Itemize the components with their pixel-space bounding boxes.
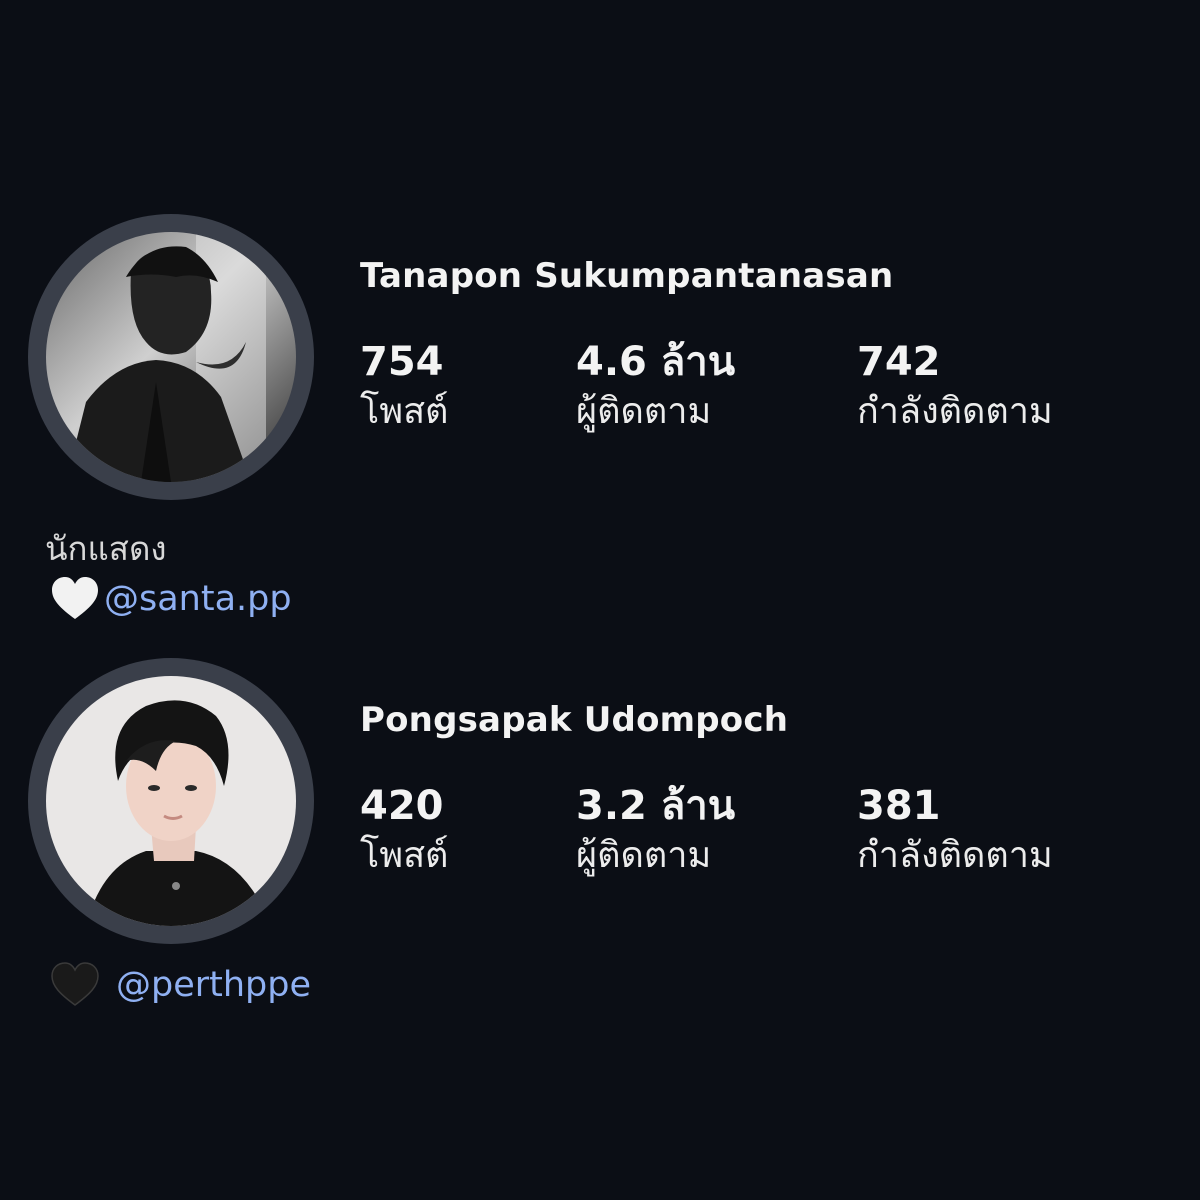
avatar-ring[interactable] xyxy=(28,658,314,944)
following-label: กำลังติดตาม xyxy=(857,391,1053,432)
white-heart-icon xyxy=(50,576,100,622)
profile-name: Pongsapak Udompoch xyxy=(360,700,789,740)
handle-link[interactable]: @santa.pp xyxy=(104,579,292,619)
stat-posts[interactable]: 420 โพสต์ xyxy=(360,782,448,880)
posts-count: 754 xyxy=(360,339,444,385)
avatar[interactable] xyxy=(46,676,296,926)
bio-text: นักแสดง xyxy=(45,529,167,568)
profile-name: Tanapon Sukumpantanasan xyxy=(360,256,894,296)
posts-label: โพสต์ xyxy=(360,391,449,432)
followers-label: ผู้ติดตาม xyxy=(576,835,712,876)
stat-followers[interactable]: 4.6 ล้าน ผู้ติดตาม xyxy=(576,338,735,436)
followers-label: ผู้ติดตาม xyxy=(576,391,712,432)
stat-followers[interactable]: 3.2 ล้าน ผู้ติดตาม xyxy=(576,782,735,880)
following-count: 742 xyxy=(857,339,941,385)
following-label: กำลังติดตาม xyxy=(857,835,1053,876)
following-count: 381 xyxy=(857,783,941,829)
handle-row: @perthppe xyxy=(50,962,311,1008)
stat-following[interactable]: 742 กำลังติดตาม xyxy=(857,338,1053,436)
handle-row: @santa.pp xyxy=(50,576,292,622)
avatar-image xyxy=(46,232,296,482)
handle-link[interactable]: @perthppe xyxy=(116,965,311,1005)
followers-count: 4.6 ล้าน xyxy=(576,339,736,385)
black-heart-icon xyxy=(50,962,100,1008)
followers-count: 3.2 ล้าน xyxy=(576,783,736,829)
posts-label: โพสต์ xyxy=(360,835,449,876)
stat-following[interactable]: 381 กำลังติดตาม xyxy=(857,782,1053,880)
avatar-image xyxy=(46,676,296,926)
avatar[interactable] xyxy=(46,232,296,482)
stat-posts[interactable]: 754 โพสต์ xyxy=(360,338,448,436)
posts-count: 420 xyxy=(360,783,444,829)
avatar-ring[interactable] xyxy=(28,214,314,500)
